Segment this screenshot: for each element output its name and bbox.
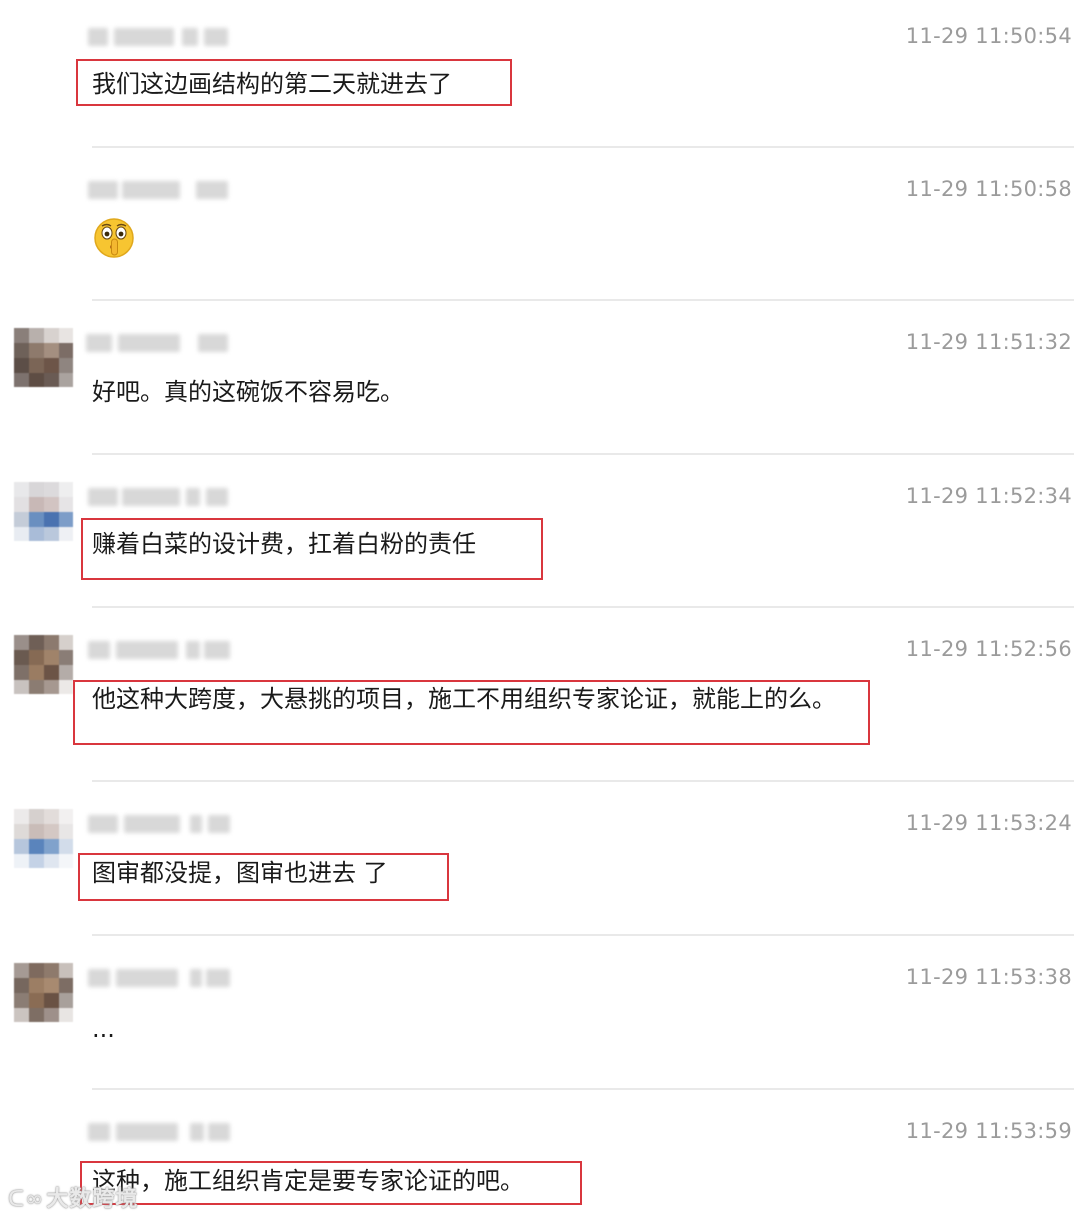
comment-item: 11-29 11:51:32 好吧。真的这碗饭不容易吃。 (0, 306, 1080, 459)
comment-text: ... (92, 1015, 115, 1043)
comment-timestamp: 11-29 11:51:32 (905, 330, 1072, 354)
comment-divider (92, 606, 1074, 608)
comment-divider (92, 934, 1074, 936)
comment-item: 11-29 11:53:24 图审都没提，图审也进去 了 (0, 787, 1080, 940)
comment-timestamp: 11-29 11:50:54 (905, 24, 1072, 48)
watermark-text: 大数跨境 (46, 1187, 139, 1212)
comment-timestamp: 11-29 11:52:34 (905, 484, 1072, 508)
blurred-username (86, 330, 234, 356)
blurred-username (86, 1119, 234, 1145)
comment-divider (92, 146, 1074, 148)
highlight-box (80, 1161, 582, 1205)
comment-divider (92, 780, 1074, 782)
blurred-username (86, 637, 234, 663)
highlight-box (81, 518, 543, 580)
blurred-avatar (14, 963, 73, 1022)
comment-divider (92, 299, 1074, 301)
comment-item: 11-29 11:52:56 他这种大跨度，大悬挑的项目，施工不用组织专家论证，… (0, 613, 1080, 766)
watermark: ᑕ∞大数跨境 (8, 1181, 138, 1213)
comment-item: 11-29 11:53:38 ... (0, 941, 1080, 1094)
comment-timestamp: 11-29 11:53:24 (905, 811, 1072, 835)
watermark-logo-icon: ᑕ∞ (8, 1187, 45, 1212)
blurred-username (86, 24, 234, 50)
blurred-avatar (14, 328, 73, 387)
comment-divider (92, 1088, 1074, 1090)
shush-face-emoji (94, 218, 134, 258)
comment-timestamp: 11-29 11:50:58 (905, 177, 1072, 201)
comment-item: 11-29 11:53:59 这种，施工组织肯定是要专家论证的吧。 (0, 1095, 1080, 1219)
blurred-username (86, 177, 234, 203)
comment-text: 好吧。真的这碗饭不容易吃。 (92, 378, 404, 406)
comment-item: 11-29 11:50:58 (0, 153, 1080, 306)
blurred-username (86, 484, 234, 510)
blurred-avatar (14, 635, 73, 694)
comment-timestamp: 11-29 11:53:59 (905, 1119, 1072, 1143)
blurred-avatar (14, 809, 73, 868)
comment-timestamp: 11-29 11:52:56 (905, 637, 1072, 661)
highlight-box (76, 59, 512, 106)
blurred-username (86, 965, 234, 991)
comment-item: 11-29 11:52:34 赚着白菜的设计费，扛着白粉的责任 (0, 460, 1080, 613)
comment-divider (92, 453, 1074, 455)
comment-item: 11-29 11:50:54 我们这边画结构的第二天就进去了 (0, 0, 1080, 153)
blurred-username (86, 811, 234, 837)
highlight-box (78, 853, 449, 901)
highlight-box (73, 680, 870, 745)
blurred-avatar (14, 482, 73, 541)
comment-timestamp: 11-29 11:53:38 (905, 965, 1072, 989)
